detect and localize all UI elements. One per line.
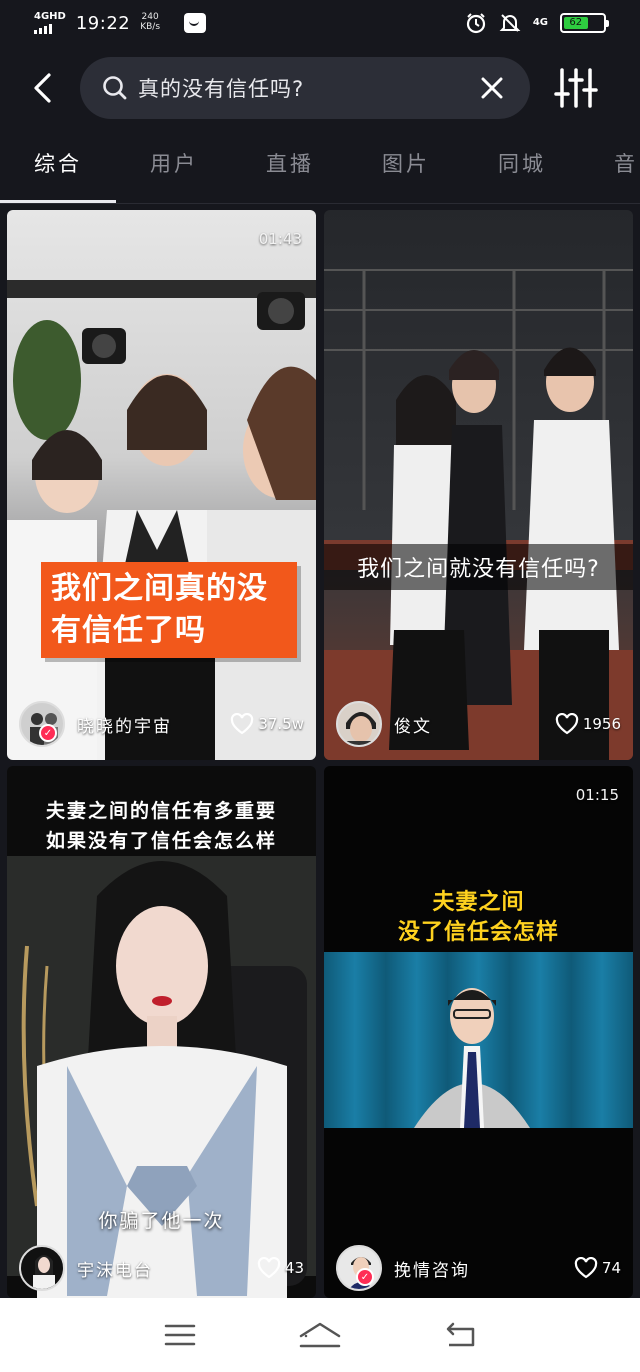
verified-badge-icon: ✓	[39, 724, 57, 742]
likes-count: 1956	[555, 713, 621, 735]
status-bar: 4GHD 19:22 240 KB/s 4G 62	[0, 0, 640, 46]
return-icon	[446, 1322, 475, 1347]
author-name[interactable]: 挽情咨询	[394, 1256, 574, 1281]
network-type: 4GHD	[34, 11, 66, 22]
heart-icon	[257, 1257, 281, 1279]
video-card[interactable]: 夫妻之间的信任有多重要 如果没有了信任会怎么样 你骗了他一次 宇沫电台 43	[7, 766, 316, 1298]
back-system-button[interactable]	[435, 1315, 485, 1355]
video-card[interactable]: 我们之间就没有信任吗? 俊文 1956	[324, 210, 633, 760]
home-icon	[299, 1322, 341, 1348]
search-icon	[103, 76, 127, 100]
message-icon	[184, 13, 207, 33]
tab-users[interactable]: 用户	[150, 148, 198, 178]
search-input[interactable]: 真的没有信任吗?	[80, 57, 530, 119]
avatar[interactable]	[336, 701, 382, 747]
video-thumbnail	[324, 766, 633, 1298]
menu-button[interactable]	[155, 1315, 205, 1355]
heart-icon	[231, 713, 254, 735]
close-icon	[481, 77, 503, 99]
heart-icon	[555, 713, 579, 735]
video-meta: ✓ 挽情咨询 74	[324, 1238, 633, 1298]
video-grid: 01:43 我们之间真的没有信任了吗 ✓ 晓晓的宇宙 37.5w 我们之间就没有…	[0, 208, 640, 1298]
clock: 19:22	[75, 12, 131, 34]
video-caption: 夫妻之间的信任有多重要 如果没有了信任会怎么样	[45, 800, 277, 852]
home-button[interactable]	[295, 1315, 345, 1355]
mobile-signal-icon: 4G	[532, 17, 548, 28]
search-query[interactable]: 真的没有信任吗?	[138, 73, 472, 103]
video-duration: 01:43	[258, 230, 302, 248]
video-card[interactable]: 01:15 夫妻之间 没了信任会怎样 ✓ 挽情咨询 74	[324, 766, 633, 1298]
battery-level: 62	[564, 17, 588, 29]
video-card[interactable]: 01:43 我们之间真的没有信任了吗 ✓ 晓晓的宇宙 37.5w	[7, 210, 316, 760]
signal-icon: 4GHD	[34, 12, 66, 34]
verified-badge-icon: ✓	[356, 1268, 374, 1286]
tab-comprehensive[interactable]: 综合	[34, 148, 82, 178]
author-name[interactable]: 俊文	[394, 712, 555, 737]
video-meta: 俊文 1956	[324, 694, 633, 754]
menu-icon	[164, 1324, 196, 1346]
video-meta: ✓ 晓晓的宇宙 37.5w	[7, 694, 316, 754]
video-caption: 夫妻之间 没了信任会怎样	[397, 890, 559, 945]
system-nav-bar	[0, 1298, 640, 1372]
network-speed: 240 KB/s	[140, 12, 161, 32]
chevron-left-icon	[34, 73, 51, 103]
likes-count: 74	[574, 1257, 621, 1279]
back-button[interactable]	[22, 67, 64, 109]
video-caption: 我们之间真的没有信任了吗	[41, 562, 297, 658]
filter-sliders-icon	[554, 68, 598, 108]
video-meta: 宇沫电台 43	[7, 1238, 316, 1298]
tab-music[interactable]: 音	[614, 148, 638, 178]
heart-icon	[574, 1257, 598, 1279]
video-duration: 01:15	[575, 786, 619, 804]
likes-count: 37.5w	[230, 713, 304, 735]
video-thumbnail	[324, 210, 633, 760]
tab-live[interactable]: 直播	[266, 148, 314, 178]
video-caption: 我们之间就没有信任吗?	[324, 544, 633, 590]
author-name[interactable]: 晓晓的宇宙	[77, 712, 230, 737]
search-tabs: 综合 用户 直播 图片 同城 音	[0, 138, 640, 204]
mute-icon	[499, 14, 521, 32]
video-thumbnail	[7, 210, 316, 760]
active-tab-indicator	[0, 200, 116, 203]
avatar[interactable]	[19, 1245, 65, 1291]
filter-button[interactable]	[552, 66, 600, 110]
video-subtitle: 你骗了他一次	[98, 1210, 225, 1232]
tab-images[interactable]: 图片	[382, 148, 430, 178]
search-header: 真的没有信任吗?	[0, 52, 640, 124]
author-name[interactable]: 宇沫电台	[77, 1256, 257, 1281]
clear-search-button[interactable]	[472, 68, 512, 108]
alarm-icon	[466, 13, 485, 34]
battery-icon: 62	[560, 13, 609, 33]
tab-nearby[interactable]: 同城	[498, 148, 546, 178]
likes-count: 43	[257, 1257, 304, 1279]
